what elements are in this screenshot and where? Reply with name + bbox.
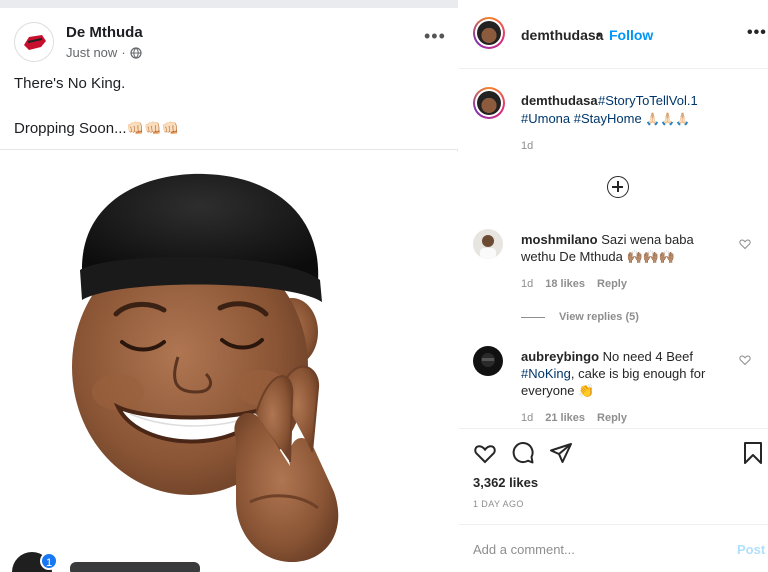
header-avatar-image (477, 21, 501, 45)
comment-hashtag[interactable]: #NoKing (521, 366, 571, 381)
pray-emoji: 🙏🏻🙏🏻🙏🏻 (645, 112, 691, 126)
caption-avatar[interactable] (473, 87, 505, 119)
header-avatar[interactable] (473, 17, 505, 49)
ig-post-header: demthudasa • Follow ••• (459, 0, 768, 69)
caption-hashtags[interactable]: #Umona #StayHome (521, 111, 642, 126)
add-comment-input[interactable]: Add a comment... (473, 542, 575, 557)
heart-icon[interactable] (473, 441, 497, 465)
share-icon[interactable] (549, 441, 573, 465)
caption-avatar-image (477, 91, 501, 115)
notification-badge: 1 (40, 552, 58, 570)
memoji-illustration (72, 173, 339, 562)
fb-post-line2-text: Dropping Soon... (14, 120, 127, 137)
fb-avatar[interactable] (14, 22, 54, 62)
more-options-icon[interactable]: ••• (747, 24, 767, 42)
fb-post-line2: Dropping Soon...👊🏻👊🏻👊🏻 (14, 120, 179, 137)
caption-avatar-ring (475, 89, 503, 117)
fb-post-card: De Mthuda Just now · ••• There's No King… (0, 0, 458, 150)
comment-text-a: Sazi wena baba (601, 232, 694, 247)
comment-text-c: everyone (521, 383, 575, 398)
post-image-pane: De Mthuda Just now · ••• There's No King… (0, 0, 458, 572)
comment-likes[interactable]: 21 likes (545, 412, 585, 424)
fb-post-meta: Just now · (66, 45, 142, 60)
bookmark-icon[interactable] (741, 441, 765, 465)
caption-username[interactable]: demthudasa (521, 93, 598, 108)
follow-button[interactable]: Follow (609, 27, 653, 43)
fb-author-name[interactable]: De Mthuda (66, 24, 143, 41)
comment-age[interactable]: 1d (521, 412, 533, 424)
post-date[interactable]: 1 DAY AGO (473, 499, 524, 509)
fb-meta-dot: · (121, 45, 126, 60)
avatar-photo-icon (473, 346, 503, 376)
plus-circle-icon[interactable] (607, 176, 629, 198)
comment-avatar[interactable] (473, 346, 503, 376)
small-heart-icon[interactable] (739, 354, 751, 366)
caption-line2: #Umona #StayHome 🙏🏻🙏🏻🙏🏻 (521, 111, 690, 126)
caption-age[interactable]: 1d (521, 140, 533, 152)
fb-card-strip (0, 0, 458, 8)
comment-text-b: wethu De Mthuda (521, 249, 623, 264)
view-replies-label[interactable]: View replies (5) (559, 311, 639, 323)
comment-text-a: No need 4 Beef (602, 349, 693, 364)
small-heart-icon[interactable] (739, 238, 751, 250)
comment-avatar[interactable] (473, 229, 503, 259)
header-avatar-ring (475, 19, 503, 47)
comment-text-b: , cake is big enough for (570, 366, 706, 381)
comment-age[interactable]: 1d (521, 278, 533, 290)
comment-likes[interactable]: 18 likes (545, 278, 585, 290)
reply-button[interactable]: Reply (597, 278, 627, 290)
comment-username[interactable]: aubreybingo (521, 349, 599, 364)
comment-meta: 1d 21 likes Reply (521, 412, 627, 424)
likes-count[interactable]: 3,362 likes (473, 475, 538, 490)
caption-hashtag[interactable]: #StoryToTellVol.1 (598, 93, 698, 108)
avatar-photo-icon (473, 229, 503, 259)
messenger-tooltip (70, 562, 200, 572)
comment-username[interactable]: moshmilano (521, 232, 598, 247)
fist-emoji: 👊🏻👊🏻👊🏻 (126, 120, 179, 136)
post-actions: 3,362 likes 1 DAY AGO (459, 428, 768, 524)
reply-button[interactable]: Reply (597, 412, 627, 424)
more-icon[interactable]: ••• (424, 26, 446, 47)
header-dot: • (596, 26, 601, 42)
memoji-image (0, 152, 458, 572)
comment-text: moshmilano Sazi wena baba wethu De Mthud… (521, 231, 721, 265)
comment-meta: 1d 18 likes Reply (521, 278, 627, 290)
clap-emoji: 👏 (578, 383, 595, 398)
fb-post-line1: There's No King. (14, 75, 126, 92)
post-comment-button[interactable]: Post (737, 542, 765, 557)
comment-icon[interactable] (511, 441, 535, 465)
instagram-sidebar: demthudasa • Follow ••• demthudasa #Stor… (459, 0, 768, 572)
header-username[interactable]: demthudasa (521, 27, 603, 43)
fb-post-time[interactable]: Just now (66, 45, 117, 60)
comment-text: aubreybingo No need 4 Beef #NoKing, cake… (521, 348, 721, 399)
view-replies-rule (521, 316, 545, 318)
hands-emoji: 🙌🏽🙌🏽🙌🏽 (626, 249, 676, 264)
brand-logo-icon (16, 24, 53, 61)
globe-icon (130, 46, 142, 59)
add-comment-bar: Add a comment... Post (459, 524, 768, 572)
view-replies[interactable]: View replies (5) (521, 311, 639, 323)
